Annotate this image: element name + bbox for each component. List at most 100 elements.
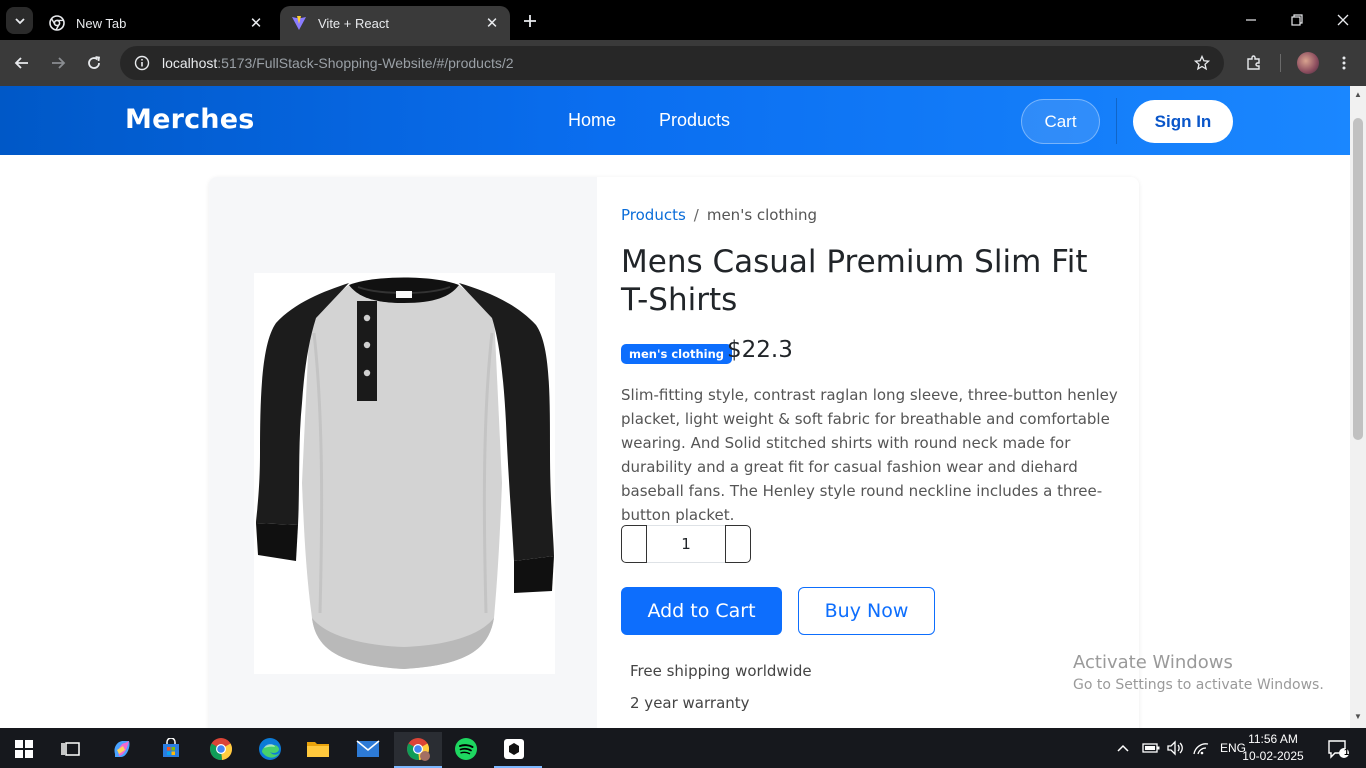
tab-title: New Tab <box>76 15 127 31</box>
windows-logo-icon <box>15 740 33 758</box>
reload-button[interactable] <box>82 51 106 75</box>
add-to-cart-button[interactable]: Add to Cart <box>621 587 782 635</box>
chrome-taskbar-button[interactable] <box>201 732 241 766</box>
chevron-up-icon[interactable] <box>1114 743 1132 753</box>
restore-icon <box>1291 14 1303 26</box>
nav-link-products[interactable]: Products <box>659 110 730 131</box>
bookmark-star-icon[interactable] <box>1190 51 1214 75</box>
chrome-icon <box>48 14 66 32</box>
system-tray: ENG <box>1114 728 1246 768</box>
forward-button[interactable] <box>46 51 70 75</box>
minimize-icon <box>1246 19 1256 21</box>
avatar <box>1297 52 1319 74</box>
clock-date: 10-02-2025 <box>1242 749 1304 763</box>
tab-vite-react[interactable]: Vite + React ✕ <box>280 6 510 40</box>
feature-warranty: 2 year warranty <box>630 694 750 712</box>
task-view-icon <box>61 742 80 756</box>
browser-menu-button[interactable] <box>1332 51 1356 75</box>
nav-link-home[interactable]: Home <box>568 110 616 131</box>
chrome-icon <box>209 738 233 761</box>
store-icon <box>163 738 179 757</box>
decrease-quantity-button[interactable] <box>621 525 647 563</box>
arrow-left-icon <box>14 57 28 69</box>
edge-icon <box>259 738 281 760</box>
app-cube-icon <box>504 739 524 759</box>
scroll-up-icon[interactable]: ▲ <box>1354 90 1362 99</box>
mail-icon <box>356 740 380 757</box>
close-window-button[interactable] <box>1328 8 1358 32</box>
profile-button[interactable] <box>1296 51 1320 75</box>
tab-title: Vite + React <box>318 15 389 31</box>
watermark-line1: Activate Windows <box>1073 652 1233 673</box>
battery-icon[interactable] <box>1140 742 1162 754</box>
restore-button[interactable] <box>1282 8 1312 32</box>
microsoft-store-button[interactable] <box>151 732 191 766</box>
mail-button[interactable] <box>348 732 388 766</box>
sign-in-button[interactable]: Sign In <box>1133 100 1233 143</box>
tab-new-tab[interactable]: New Tab ✕ <box>38 6 274 40</box>
cart-button[interactable]: Cart <box>1021 99 1100 144</box>
puzzle-icon <box>1247 55 1260 70</box>
windows-taskbar: ENG 11:56 AM 10-02-2025 1 <box>0 728 1366 768</box>
edge-button[interactable] <box>250 732 290 766</box>
product-description: Slim-fitting style, contrast raglan long… <box>621 386 1118 524</box>
watermark-line2: Go to Settings to activate Windows. <box>1073 677 1324 693</box>
close-tab-icon[interactable]: ✕ <box>246 13 266 33</box>
back-button[interactable] <box>10 51 34 75</box>
arrow-right-icon <box>52 57 66 69</box>
file-explorer-button[interactable] <box>298 732 338 766</box>
quantity-input[interactable]: 1 <box>647 525 725 563</box>
copilot-button[interactable] <box>102 732 142 766</box>
vite-logo-icon <box>290 14 308 32</box>
quantity-stepper: 1 <box>621 525 751 563</box>
notification-center-button[interactable]: 1 <box>1318 732 1358 766</box>
start-button[interactable] <box>4 732 44 766</box>
close-icon <box>1337 14 1349 26</box>
clock[interactable]: 11:56 AM 10-02-2025 <box>1240 731 1306 765</box>
activate-windows-watermark: Activate Windows Go to Settings to activ… <box>1073 652 1324 693</box>
browser-toolbar: localhost:5173/FullStack-Shopping-Websit… <box>0 40 1366 86</box>
more-vertical-icon <box>1342 56 1346 70</box>
page-viewport: Merches Home Products Cart Sign In Produ… <box>0 86 1350 728</box>
plus-icon <box>524 15 536 27</box>
site-header: Merches Home Products Cart Sign In <box>0 86 1350 155</box>
breadcrumb-current: men's clothing <box>706 206 818 224</box>
breadcrumb-separator: / <box>693 206 699 224</box>
folder-icon <box>307 742 329 757</box>
scrollbar-thumb[interactable] <box>1353 118 1363 440</box>
url-path: :5173/FullStack-Shopping-Website/#/produ… <box>217 55 514 71</box>
spotify-button[interactable] <box>446 732 486 766</box>
extensions-button[interactable] <box>1242 51 1266 75</box>
volume-icon[interactable] <box>1164 740 1186 756</box>
breadcrumb-products-link[interactable]: Products <box>621 206 686 224</box>
address-bar[interactable]: localhost:5173/FullStack-Shopping-Websit… <box>120 46 1224 80</box>
copilot-icon <box>114 741 130 757</box>
chevron-down-icon <box>14 17 25 24</box>
scroll-down-icon[interactable]: ▼ <box>1354 712 1362 721</box>
site-info-icon[interactable] <box>126 51 158 75</box>
product-image-panel <box>209 177 597 728</box>
spotify-icon <box>455 738 477 760</box>
chrome-profile-taskbar-button[interactable] <box>394 732 442 768</box>
breadcrumb: Products / men's clothing <box>621 206 817 224</box>
notification-count: 1 <box>1344 747 1350 757</box>
page-scrollbar[interactable]: ▲ ▼ <box>1350 86 1366 728</box>
url-text: localhost:5173/FullStack-Shopping-Websit… <box>162 55 514 71</box>
toolbar-divider <box>1280 54 1281 72</box>
raglan-shirt-illustration <box>256 277 554 669</box>
chrome-icon <box>406 738 430 761</box>
increase-quantity-button[interactable] <box>725 525 751 563</box>
buy-now-button[interactable]: Buy Now <box>798 587 935 635</box>
header-divider <box>1116 98 1117 144</box>
product-price: $22.3 <box>727 337 793 363</box>
task-view-button[interactable] <box>51 732 91 766</box>
brand-logo[interactable]: Merches <box>125 104 255 135</box>
feature-shipping: Free shipping worldwide <box>630 662 812 680</box>
new-tab-button[interactable] <box>518 9 542 33</box>
terminal-app-button[interactable] <box>494 732 542 768</box>
wifi-icon[interactable] <box>1190 741 1212 755</box>
tab-search-button[interactable] <box>6 7 33 34</box>
browser-tab-bar: New Tab ✕ Vite + React ✕ <box>0 0 1366 40</box>
close-tab-icon[interactable]: ✕ <box>482 13 502 33</box>
minimize-button[interactable] <box>1236 8 1266 32</box>
